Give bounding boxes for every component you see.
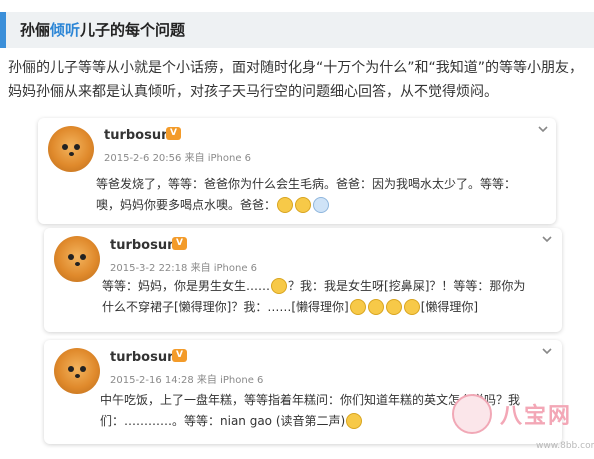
shocked-emoji-icon [385, 299, 402, 315]
verified-badge-icon: V [172, 349, 187, 362]
post-meta: 2015-2-16 14:28 来自 iPhone 6 [110, 375, 264, 386]
watermark-logo-icon [452, 394, 492, 434]
avatar[interactable] [54, 348, 100, 394]
avatar[interactable] [54, 236, 100, 282]
grin-emoji-icon [346, 413, 363, 429]
intro-paragraph: 孙俪的儿子等等从小就是个小话痨，面对随时化身“十万个为什么”和“我知道”的等等小… [8, 60, 584, 100]
post-meta: 2015-3-2 22:18 来自 iPhone 6 [110, 263, 258, 274]
post-text: 等爸发烧了，等等：爸爸你为什么会生毛病。爸爸：因为我喝水太少了。等等： 噢，妈妈… [96, 174, 538, 216]
weibo-post-card: turbosun V 2015-2-6 20:56 来自 iPhone 6 等爸… [38, 118, 556, 224]
smirk-emoji-icon [349, 299, 366, 315]
headline-part1: 孙俪 [20, 21, 51, 39]
post-meta: 2015-2-6 20:56 来自 iPhone 6 [104, 153, 252, 164]
avatar[interactable] [48, 126, 94, 172]
confused-emoji-icon [403, 299, 420, 315]
post-line: 什么不穿裙子[懒得理你]？我：……[懒得理你] [懒得理你] [102, 299, 479, 315]
verified-badge-icon: V [172, 237, 187, 250]
username[interactable]: turbosun [104, 128, 170, 143]
thinking-emoji-icon [271, 278, 288, 294]
watermark-name: 八宝网 [500, 404, 573, 429]
post-line: 等等：妈妈，你是男生女生…… ？我：我是女生呀[挖鼻屎]？！等等：那你为 [102, 278, 526, 294]
smirk-emoji-icon [367, 299, 384, 315]
weibo-post-card: turbosun V 2015-3-2 22:18 来自 iPhone 6 等等… [44, 228, 562, 332]
chevron-down-icon[interactable] [540, 232, 554, 246]
headline-highlight: 倾听 [50, 21, 81, 39]
post-line: 噢，妈妈你要多喝点水噢。爸爸： [96, 195, 538, 216]
username[interactable]: turbosun [110, 238, 176, 253]
article-headline: 孙俪倾听儿子的每个问题 [20, 19, 185, 40]
article-headline-bar: 孙俪倾听儿子的每个问题 [0, 12, 594, 48]
sad-emoji-icon [295, 197, 312, 213]
crying-emoji-icon [313, 197, 330, 213]
post-line: 等爸发烧了，等等：爸爸你为什么会生毛病。爸爸：因为我喝水太少了。等等： [96, 177, 517, 191]
sad-emoji-icon [277, 197, 294, 213]
watermark-url: www.8bb.com [536, 441, 594, 451]
headline-part2: 儿子的每个问题 [80, 21, 186, 39]
verified-badge-icon: V [166, 127, 181, 140]
post-text: 等等：妈妈，你是男生女生…… ？我：我是女生呀[挖鼻屎]？！等等：那你为 什么不穿… [102, 276, 544, 318]
chevron-down-icon[interactable] [536, 122, 550, 136]
site-watermark: 八宝网 www.8bb.com [450, 390, 594, 459]
chevron-down-icon[interactable] [540, 344, 554, 358]
username[interactable]: turbosun [110, 350, 176, 365]
